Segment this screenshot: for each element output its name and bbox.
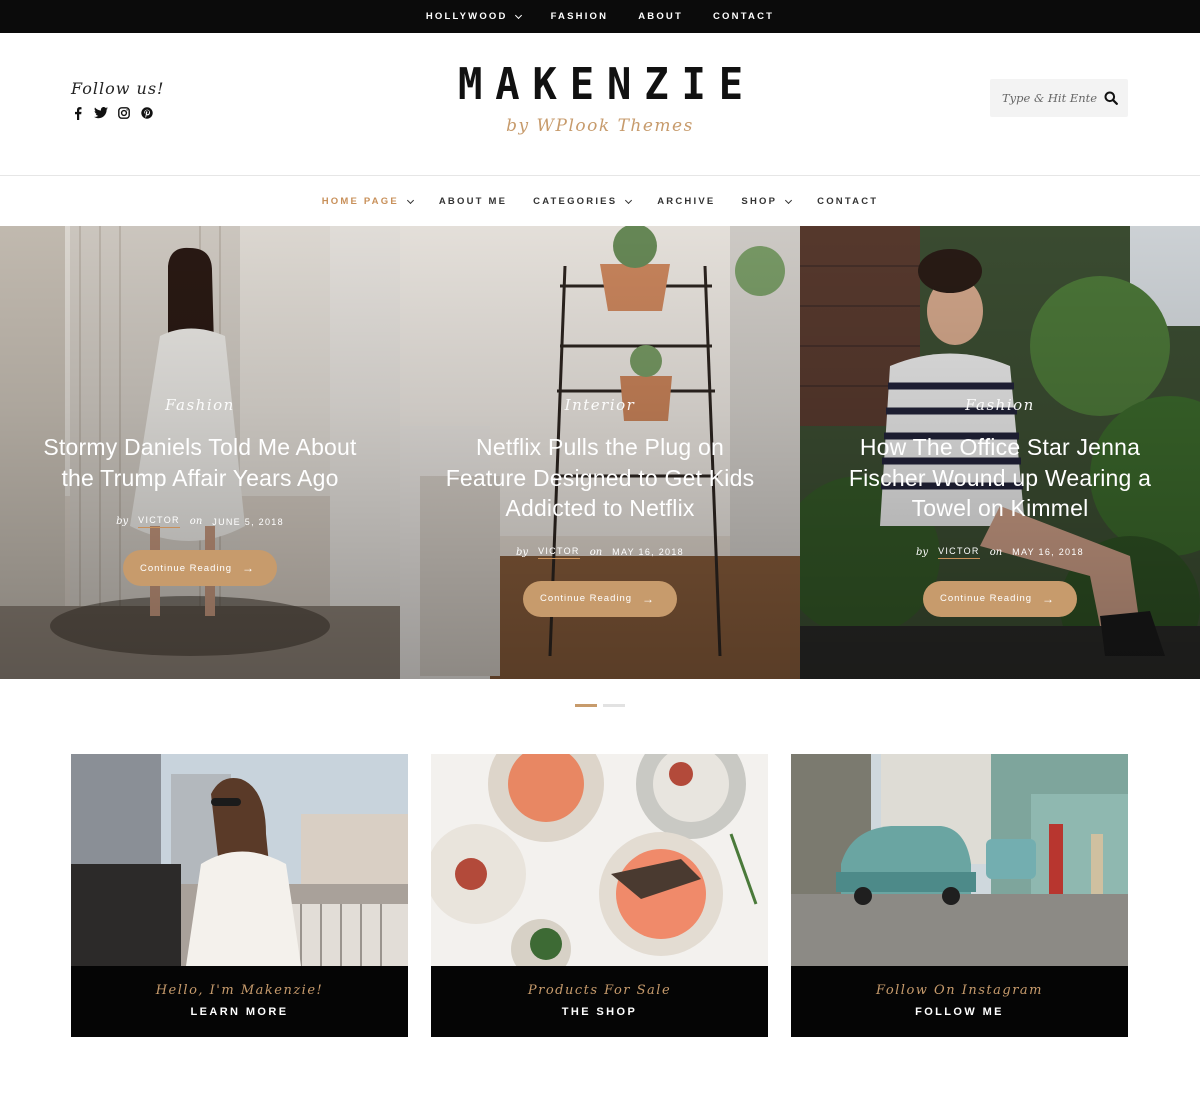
chevron-down-icon: [785, 196, 793, 204]
promo-image: [791, 754, 1128, 966]
chevron-down-icon: [406, 196, 414, 204]
the-shop-link[interactable]: THE SHOP: [431, 1006, 768, 1018]
promo-card-instagram[interactable]: Follow On Instagram FOLLOW ME: [791, 754, 1128, 1037]
logo-tagline: by WPlook Themes: [506, 116, 694, 136]
slider-dot[interactable]: [603, 704, 625, 707]
continue-reading-button[interactable]: Continue Reading →: [522, 580, 678, 617]
topbar-item-fashion[interactable]: FASHION: [551, 11, 609, 22]
slide-title[interactable]: Netflix Pulls the Plug on Feature Design…: [440, 432, 760, 524]
top-bar: HOLLYWOOD FASHION ABOUT CONTACT: [0, 0, 1200, 33]
slide-content: Fashion Stormy Daniels Told Me About the…: [0, 396, 400, 586]
topbar-item-hollywood[interactable]: HOLLYWOOD: [426, 11, 522, 22]
search-icon[interactable]: [1104, 91, 1118, 105]
nav-item-contact[interactable]: CONTACT: [817, 196, 878, 207]
slide-content: Interior Netflix Pulls the Plug on Featu…: [400, 396, 800, 617]
slide-author[interactable]: VICTOR: [538, 546, 580, 559]
slide-content: Fashion How The Office Star Jenna Fische…: [800, 396, 1200, 617]
slide-author[interactable]: VICTOR: [938, 546, 980, 559]
slider-dot[interactable]: [575, 704, 597, 707]
nav-item-archive[interactable]: ARCHIVE: [657, 196, 715, 207]
slide-card[interactable]: Fashion How The Office Star Jenna Fische…: [800, 226, 1200, 679]
slider-pagination: [0, 704, 1200, 707]
chevron-down-icon: [625, 196, 633, 204]
slide-author[interactable]: VICTOR: [138, 515, 180, 528]
nav-item-home-page[interactable]: HOME PAGE: [322, 196, 414, 207]
slide-date: MAY 16, 2018: [612, 547, 684, 557]
promo-band: Products For Sale THE SHOP: [431, 966, 768, 1037]
topbar-item-contact[interactable]: CONTACT: [713, 11, 774, 22]
follow-me-link[interactable]: FOLLOW ME: [791, 1006, 1128, 1018]
slide-meta: by VICTOR on JUNE 5, 2018: [116, 515, 284, 528]
slide-category[interactable]: Fashion: [0, 396, 400, 414]
slide-category[interactable]: Fashion: [800, 396, 1200, 414]
site-header: Follow us! MAKENZIE by WPlook Themes: [0, 33, 1200, 176]
chevron-down-icon: [514, 11, 522, 19]
slide-category[interactable]: Interior: [400, 396, 800, 414]
promo-band: Follow On Instagram FOLLOW ME: [791, 966, 1128, 1037]
promo-subtitle: Hello, I'm Makenzie!: [155, 983, 324, 998]
featured-slider: Fashion Stormy Daniels Told Me About the…: [0, 226, 1200, 679]
learn-more-link[interactable]: LEARN MORE: [71, 1006, 408, 1018]
promo-image: [71, 754, 408, 966]
promo-band: Hello, I'm Makenzie! LEARN MORE: [71, 966, 408, 1037]
topbar-item-about[interactable]: ABOUT: [638, 11, 683, 22]
continue-reading-button[interactable]: Continue Reading →: [922, 580, 1078, 617]
promo-cards: Hello, I'm Makenzie! LEARN MORE Products…: [71, 754, 1128, 1037]
main-navigation: HOME PAGE ABOUT ME CATEGORIES ARCHIVE SH…: [0, 177, 1200, 226]
arrow-right-icon: →: [242, 561, 256, 575]
promo-card-about[interactable]: Hello, I'm Makenzie! LEARN MORE: [71, 754, 408, 1037]
promo-image: [431, 754, 768, 966]
slide-card[interactable]: Fashion Stormy Daniels Told Me About the…: [0, 226, 400, 679]
logo-name: MAKENZIE: [457, 59, 756, 110]
search-box: [990, 79, 1128, 117]
promo-subtitle: Follow On Instagram: [876, 983, 1043, 998]
continue-reading-button[interactable]: Continue Reading →: [122, 550, 278, 586]
nav-item-categories[interactable]: CATEGORIES: [533, 196, 633, 207]
slide-card[interactable]: Interior Netflix Pulls the Plug on Featu…: [400, 226, 800, 679]
slide-title[interactable]: How The Office Star Jenna Fischer Wound …: [840, 432, 1160, 524]
promo-card-shop[interactable]: Products For Sale THE SHOP: [431, 754, 768, 1037]
slide-meta: by VICTOR on MAY 16, 2018: [516, 545, 684, 559]
slide-date: JUNE 5, 2018: [212, 516, 284, 527]
search-input[interactable]: [1002, 91, 1098, 105]
slide-date: MAY 16, 2018: [1012, 547, 1084, 557]
nav-item-shop[interactable]: SHOP: [741, 196, 793, 207]
arrow-right-icon: →: [642, 591, 656, 606]
arrow-right-icon: →: [1042, 591, 1056, 606]
promo-subtitle: Products For Sale: [527, 983, 672, 998]
slide-meta: by VICTOR on MAY 16, 2018: [916, 545, 1084, 559]
slide-title[interactable]: Stormy Daniels Told Me About the Trump A…: [40, 432, 360, 493]
nav-item-about-me[interactable]: ABOUT ME: [439, 196, 507, 207]
